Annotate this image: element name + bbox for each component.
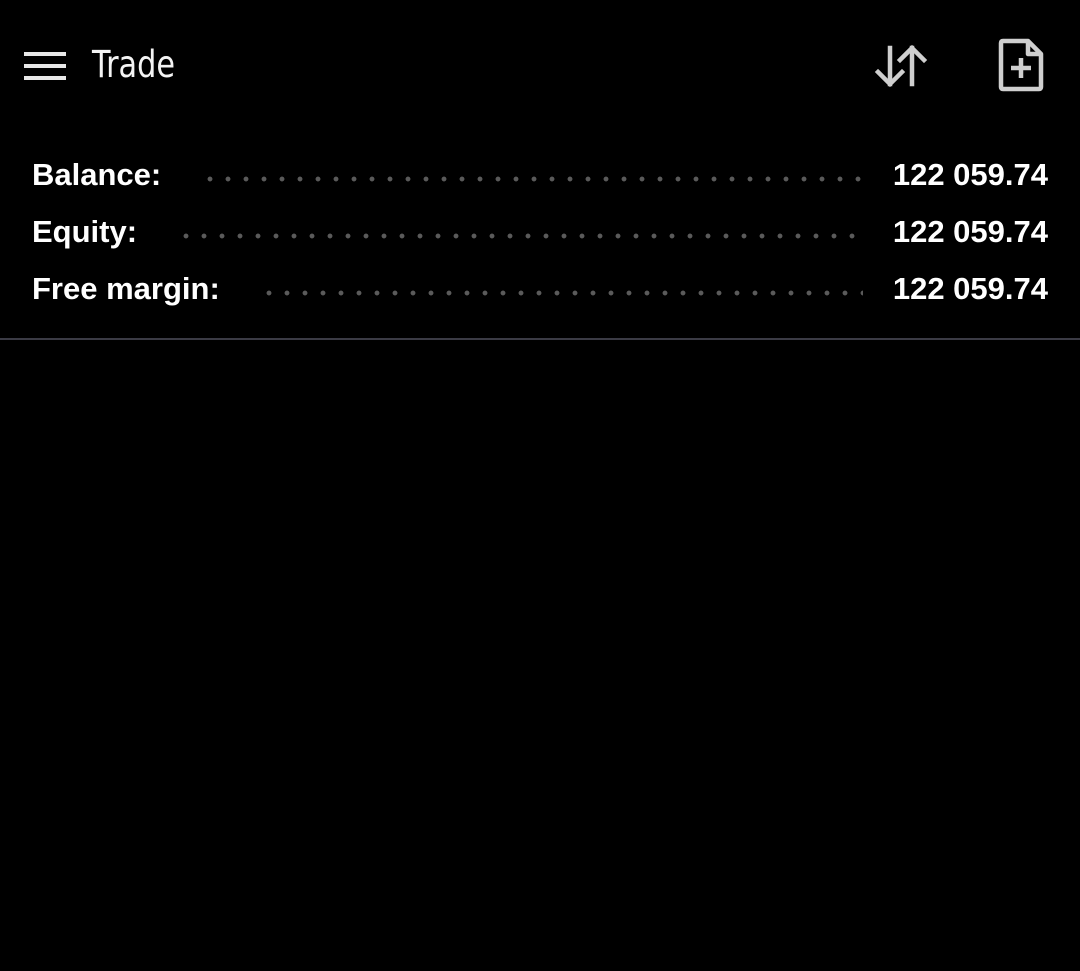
sort-arrows-icon [874,44,928,88]
balance-value: 122 059.74 [892,156,1048,192]
menu-button[interactable] [14,34,78,98]
positions-list-empty [0,340,1080,971]
balance-label: Balance: [32,156,162,192]
page-title: Trade [92,43,176,86]
balance-row: Balance: 122 059.74 [0,146,1080,203]
hamburger-menu-icon [24,52,66,80]
document-plus-icon [998,38,1044,92]
free-margin-row: Free margin: 122 059.74 [0,260,1080,317]
dotted-leader [177,232,863,239]
account-summary: Balance: 122 059.74 Equity: 122 059.74 F… [0,146,1080,317]
equity-label: Equity: [32,213,138,249]
dotted-leader [259,289,863,296]
app-bar: Trade [0,0,1080,130]
equity-value: 122 059.74 [892,213,1048,249]
free-margin-value: 122 059.74 [892,270,1048,306]
sort-button[interactable] [866,34,936,98]
dotted-leader [201,175,863,182]
free-margin-label: Free margin: [32,270,220,306]
equity-row: Equity: 122 059.74 [0,203,1080,260]
new-order-button[interactable] [986,30,1056,100]
